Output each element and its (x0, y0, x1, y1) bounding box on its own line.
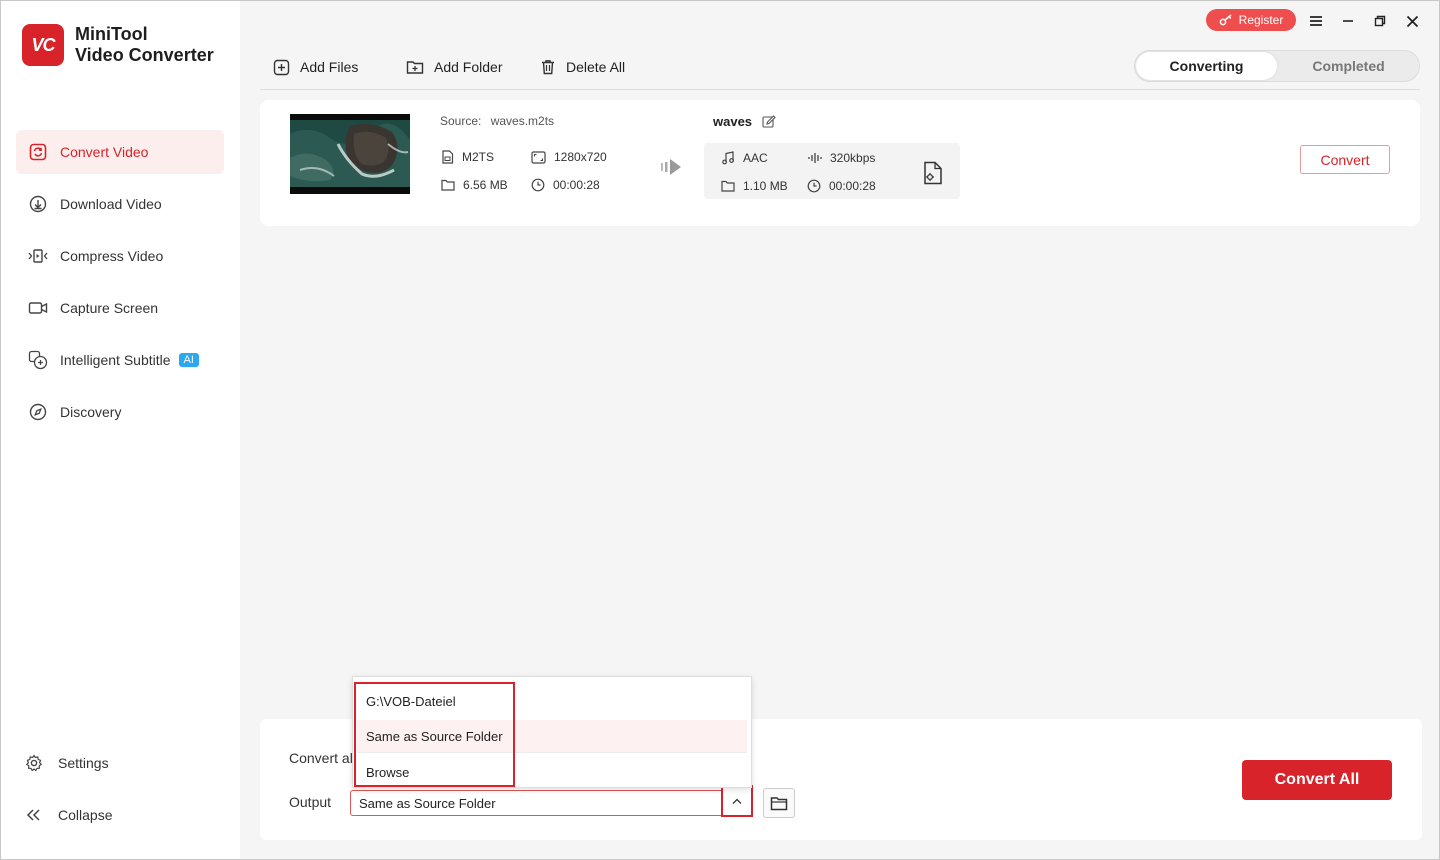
output-label: Output (289, 794, 332, 810)
restore-icon (1374, 15, 1386, 27)
add-folder-button[interactable]: Add Folder (406, 57, 502, 77)
target-filename: waves (713, 114, 753, 129)
folder-icon (721, 180, 735, 192)
add-folder-label: Add Folder (434, 59, 503, 75)
target-format: AAC (721, 151, 768, 165)
file-format-icon (441, 150, 454, 164)
tab-completed[interactable]: Completed (1278, 52, 1419, 80)
source-format: M2TS (441, 150, 494, 164)
folder-icon (441, 179, 455, 191)
target-bitrate: 320kbps (808, 151, 875, 165)
target-name: waves (713, 114, 776, 129)
sidebar-item-discovery[interactable]: Discovery (16, 390, 224, 434)
clock-icon (531, 178, 545, 192)
compress-icon (28, 246, 48, 266)
sidebar-item-label: Compress Video (60, 248, 164, 264)
plus-circle-icon (273, 59, 290, 76)
dropdown-option-vob-folder[interactable]: G:\VOB-Dateiel (357, 685, 747, 717)
double-chevron-left-icon (24, 805, 44, 825)
source-line: Source: waves.m2ts (440, 114, 554, 128)
waveform-icon (808, 152, 822, 164)
dropdown-divider (357, 752, 747, 753)
file-card: Source: waves.m2ts M2TS 1280x720 6.56 MB… (260, 100, 1420, 226)
target-format-box[interactable]: AAC 320kbps 1.10 MB 00:00:28 (704, 143, 960, 199)
file-settings-icon[interactable] (922, 161, 944, 190)
ai-badge: AI (178, 353, 199, 367)
sidebar-item-label: Intelligent Subtitle (60, 352, 171, 368)
register-label: Register (1238, 13, 1284, 27)
target-size: 1.10 MB (721, 179, 788, 193)
output-select[interactable]: Same as Source Folder (350, 790, 752, 816)
source-resolution: 1280x720 (531, 150, 607, 164)
source-duration: 00:00:28 (531, 178, 600, 192)
minimize-button[interactable] (1337, 10, 1359, 32)
sidebar-nav: Convert Video Download Video Compress Vi… (16, 130, 224, 442)
add-files-label: Add Files (300, 59, 359, 75)
music-note-icon (721, 151, 735, 165)
source-size: 6.56 MB (441, 178, 508, 192)
sidebar-item-compress-video[interactable]: Compress Video (16, 234, 224, 278)
collapse-button[interactable]: Collapse (24, 800, 224, 830)
output-select-value: Same as Source Folder (359, 795, 496, 811)
menu-button[interactable] (1305, 10, 1327, 32)
minimize-icon (1343, 20, 1353, 22)
arrow-right-icon (660, 158, 682, 181)
source-filename: waves.m2ts (490, 114, 555, 128)
sidebar-item-label: Capture Screen (60, 300, 159, 316)
settings-button[interactable]: Settings (24, 748, 224, 778)
app-name-line2: Video Converter (75, 45, 214, 65)
folder-icon (770, 796, 788, 810)
convert-all-button[interactable]: Convert All (1242, 760, 1392, 800)
trash-icon (540, 59, 556, 75)
convert-button[interactable]: Convert (1300, 145, 1390, 174)
target-duration: 00:00:28 (807, 179, 876, 193)
convert-all-files-label: Convert al (289, 750, 353, 766)
sidebar-item-label: Convert Video (60, 144, 149, 160)
sidebar-item-capture-screen[interactable]: Capture Screen (16, 286, 224, 330)
add-files-button[interactable]: Add Files (273, 57, 358, 77)
open-output-folder-button[interactable] (763, 788, 795, 818)
key-icon (1219, 14, 1232, 26)
sidebar: VC MiniTool Video Converter Convert Vide… (0, 0, 240, 860)
folder-plus-icon (406, 59, 424, 75)
sidebar-item-convert-video[interactable]: Convert Video (16, 130, 224, 174)
status-tabs: Converting Completed (1134, 50, 1420, 82)
close-button[interactable] (1401, 10, 1423, 32)
tab-converting[interactable]: Converting (1136, 52, 1277, 80)
camera-icon (28, 298, 48, 318)
download-icon (28, 194, 48, 214)
gear-icon (24, 753, 44, 773)
register-button[interactable]: Register (1206, 9, 1296, 31)
subtitle-icon (28, 350, 48, 370)
collapse-label: Collapse (58, 807, 113, 823)
chevron-up-icon (732, 798, 742, 804)
sidebar-item-label: Discovery (60, 404, 122, 420)
clock-icon (807, 179, 821, 193)
resolution-icon (531, 150, 546, 164)
dropdown-option-same-as-source[interactable]: Same as Source Folder (357, 720, 747, 752)
edit-icon[interactable] (762, 114, 776, 129)
sidebar-item-intelligent-subtitle[interactable]: Intelligent Subtitle AI (16, 338, 224, 382)
toolbar-divider (260, 89, 1420, 90)
output-dropdown-toggle[interactable] (721, 785, 753, 817)
sidebar-item-download-video[interactable]: Download Video (16, 182, 224, 226)
sidebar-item-label: Download Video (60, 196, 162, 212)
source-label: Source: (440, 114, 482, 128)
delete-all-label: Delete All (566, 59, 626, 75)
output-dropdown-menu: G:\VOB-Dateiel Same as Source Folder Bro… (352, 676, 752, 788)
compass-icon (28, 402, 48, 422)
dropdown-option-browse[interactable]: Browse (357, 756, 747, 788)
settings-label: Settings (58, 755, 109, 771)
app-name-line1: MiniTool (75, 24, 148, 44)
convert-icon (28, 142, 48, 162)
hamburger-icon (1310, 16, 1322, 26)
app-logo: VC MiniTool Video Converter (22, 24, 214, 66)
video-thumbnail[interactable] (290, 114, 410, 194)
close-icon (1406, 15, 1418, 27)
logo-icon: VC (22, 24, 64, 66)
restore-button[interactable] (1369, 10, 1391, 32)
delete-all-button[interactable]: Delete All (540, 57, 625, 77)
